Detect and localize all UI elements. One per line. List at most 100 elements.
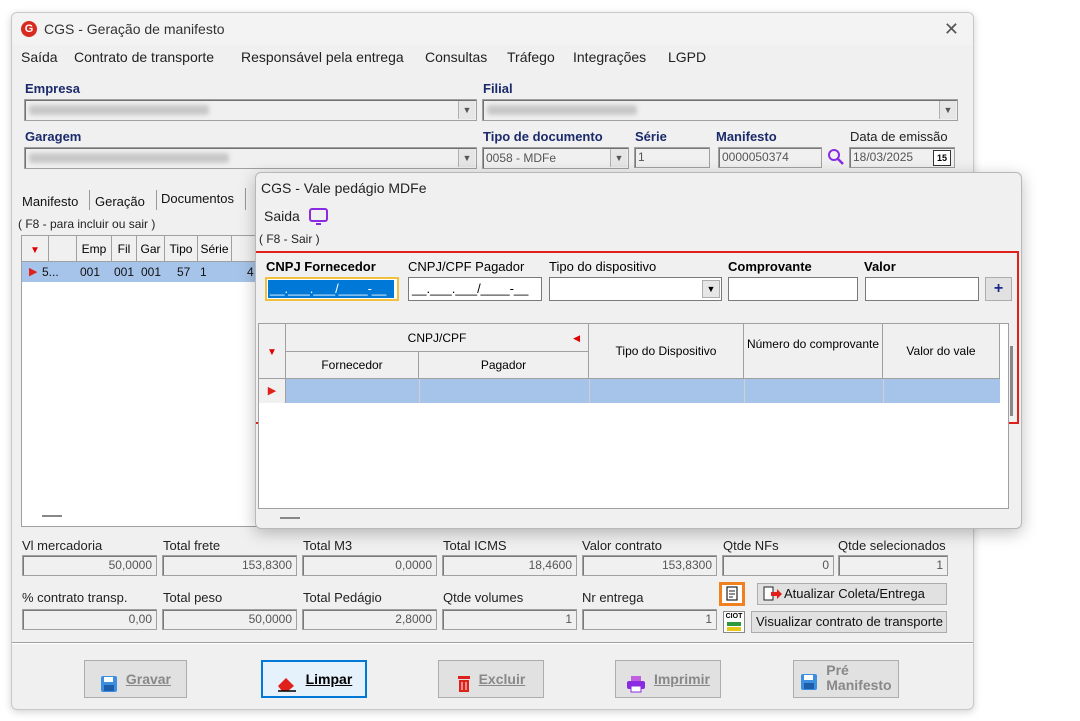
eraser-icon	[277, 678, 296, 692]
grid-header-serie[interactable]: Série	[198, 236, 232, 262]
menu-lgpd[interactable]: LGPD	[668, 49, 706, 65]
saida-label: Saida	[264, 208, 300, 224]
total-peso-label: Total peso	[163, 590, 223, 605]
menu-contrato-transporte[interactable]: Contrato de transporte	[74, 49, 214, 65]
tipo-dispositivo-select[interactable]: ▼	[549, 277, 722, 301]
grid-header-blank	[49, 236, 77, 262]
garagem-combo[interactable]: ▼	[24, 147, 477, 169]
qtde-volumes-field: 1	[442, 609, 577, 630]
filial-combo[interactable]: ▼	[482, 99, 958, 121]
tipo-documento-combo[interactable]: 0058 - MDFe ▼	[482, 147, 629, 169]
tab-geracao[interactable]: Geração	[95, 194, 145, 209]
cell-divider	[419, 379, 420, 403]
grid-scroll-handle[interactable]	[42, 515, 62, 517]
tab-documentos[interactable]: Documentos	[161, 191, 234, 206]
gravar-label: Gravar	[125, 671, 172, 687]
grid-header-numero-comprovante[interactable]: Número do comprovante	[744, 324, 883, 379]
menu-saida[interactable]: Saída	[21, 49, 58, 65]
menu-bar: Saída Contrato de transporte Responsável…	[12, 47, 973, 69]
imprimir-button[interactable]: Imprimir	[615, 660, 721, 698]
grid-header-fornecedor[interactable]: Fornecedor	[286, 352, 419, 379]
document-icon	[726, 586, 738, 601]
valor-input[interactable]	[865, 277, 979, 301]
total-icms-field: 18,4600	[442, 555, 577, 576]
gravar-button[interactable]: Gravar	[84, 660, 187, 698]
vl-mercadoria-label: Vl mercadoria	[22, 538, 103, 553]
grid-header-cnpj-cpf-label: CNPJ/CPF	[407, 331, 467, 345]
menu-integracoes[interactable]: Integrações	[573, 49, 646, 65]
empresa-combo[interactable]: ▼	[24, 99, 477, 121]
serie-field[interactable]: 1	[634, 147, 710, 168]
chevron-down-icon[interactable]: ▼	[458, 149, 475, 167]
menu-consultas[interactable]: Consultas	[425, 49, 487, 65]
close-icon[interactable]: ✕	[944, 19, 959, 40]
grid-header-tipo-dispositivo[interactable]: Tipo do Dispositivo	[589, 324, 744, 379]
search-icon[interactable]	[827, 148, 845, 166]
grid-cell-fil: 001	[114, 265, 135, 279]
sort-arrow-icon: ▼	[267, 347, 277, 358]
grid-header-emp[interactable]: Emp	[77, 236, 112, 262]
tipo-documento-value: 0058 - MDFe	[486, 151, 557, 165]
grid-header-pagador[interactable]: Pagador	[419, 352, 589, 379]
data-emissao-label: Data de emissão	[850, 129, 948, 144]
total-pedagio-label: Total Pedágio	[303, 590, 382, 605]
filial-label: Filial	[483, 81, 513, 96]
visualizar-contrato-button[interactable]: Visualizar contrato de transporte	[751, 611, 947, 633]
grid-header-valor-vale[interactable]: Valor do vale	[883, 324, 1000, 379]
cell-divider	[883, 379, 884, 403]
table-row[interactable]	[259, 379, 1000, 403]
divider	[12, 643, 973, 644]
tab-divider	[245, 188, 246, 210]
excluir-button[interactable]: Excluir	[438, 660, 544, 698]
cnpj-pagador-input[interactable]: __.___.___/____-__	[408, 277, 542, 301]
total-icms-label: Total ICMS	[443, 538, 507, 553]
comprovante-input[interactable]	[728, 277, 858, 301]
empresa-label: Empresa	[25, 81, 80, 96]
grid-header-fil[interactable]: Fil	[112, 236, 137, 262]
document-button[interactable]	[719, 582, 745, 606]
pct-contrato-label: % contrato transp.	[22, 590, 128, 605]
pct-contrato-field: 0,00	[22, 609, 157, 630]
chevron-down-icon[interactable]: ▼	[702, 280, 720, 298]
documents-grid[interactable]: ▼ Emp Fil Gar Tipo Série ▶ 5... 001 001 …	[21, 235, 262, 527]
vale-pedagio-dialog: CGS - Vale pedágio MDFe Saida ( F8 - Sai…	[255, 172, 1022, 529]
total-m3-field: 0,0000	[302, 555, 437, 576]
manifesto-field[interactable]: 0000050374	[718, 147, 822, 168]
vale-grid[interactable]: ▼ CNPJ/CPF ◀ Fornecedor Pagador Tipo do …	[258, 323, 1013, 519]
atualizar-coleta-entrega-button[interactable]: Atualizar Coleta/Entrega	[757, 583, 947, 605]
valor-label: Valor	[864, 259, 896, 274]
cnpj-fornecedor-input[interactable]: __.___.___/____-__	[265, 277, 399, 301]
qtde-volumes-label: Qtde volumes	[443, 590, 524, 605]
pre-manifesto-button[interactable]: Pré Manifesto	[793, 660, 899, 698]
tipo-documento-label: Tipo de documento	[483, 129, 603, 144]
grid-header-gar[interactable]: Gar	[137, 236, 165, 262]
pre-label: Pré	[826, 662, 849, 678]
valor-contrato-field: 153,8300	[582, 555, 717, 576]
cgs-logo-icon: G	[21, 21, 37, 37]
grid-sort-header[interactable]: ▼	[22, 236, 49, 262]
ciot-icon[interactable]: CIOT	[723, 611, 745, 633]
menu-responsavel-entrega[interactable]: Responsável pela entrega	[241, 49, 404, 65]
dialog-title: CGS - Vale pedágio MDFe	[261, 180, 427, 196]
total-frete-label: Total frete	[163, 538, 221, 553]
chevron-down-icon[interactable]: ▼	[939, 101, 956, 119]
scrollbar-thumb[interactable]	[1010, 346, 1013, 416]
chevron-down-icon[interactable]: ▼	[458, 101, 475, 119]
cnpj-pagador-label: CNPJ/CPF Pagador	[408, 259, 525, 274]
printer-icon	[627, 675, 646, 692]
grid-scroll-handle[interactable]	[280, 517, 300, 519]
calendar-icon[interactable]: 15	[933, 150, 951, 166]
grid-cell-more: 4	[247, 265, 254, 279]
limpar-button[interactable]: Limpar	[261, 660, 367, 698]
grid-header-tipo[interactable]: Tipo	[165, 236, 198, 262]
saida-menu[interactable]: Saida	[264, 208, 300, 224]
sort-arrow-icon: ▼	[30, 245, 40, 256]
grid-cell-id: 5...	[42, 265, 59, 279]
chevron-down-icon[interactable]: ▼	[610, 149, 627, 167]
sort-left-icon: ◀	[573, 333, 580, 343]
tab-manifesto[interactable]: Manifesto	[22, 194, 78, 209]
menu-trafego[interactable]: Tráfego	[507, 49, 555, 65]
add-button[interactable]: +	[985, 277, 1012, 301]
grid-sort-header[interactable]: ▼	[259, 324, 286, 379]
exit-icon[interactable]	[309, 208, 329, 226]
